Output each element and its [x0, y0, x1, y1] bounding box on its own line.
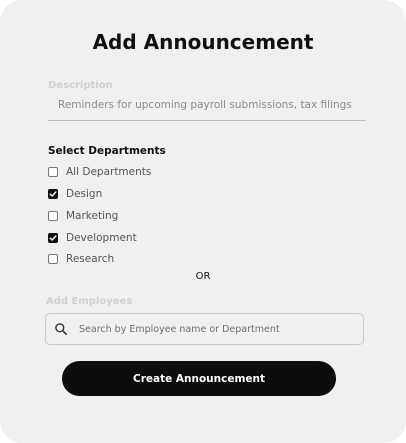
checkbox-checked[interactable] [48, 233, 58, 243]
add-employees-label: Add Employees [46, 296, 133, 307]
checkbox-unchecked[interactable] [48, 254, 58, 264]
employee-search-input[interactable] [79, 315, 355, 343]
department-label: Design [66, 188, 103, 200]
department-checkbox-development[interactable]: Development [48, 231, 137, 245]
checkbox-unchecked[interactable] [48, 211, 58, 221]
description-underline [48, 120, 366, 121]
select-departments-title: Select Departments [48, 145, 166, 157]
department-label: Marketing [66, 210, 119, 222]
or-divider-text: OR [195, 271, 211, 282]
checkbox-unchecked[interactable] [48, 167, 58, 177]
checkbox-checked[interactable] [48, 189, 58, 199]
department-label: Development [66, 232, 137, 244]
department-checkbox-marketing[interactable]: Marketing [48, 209, 118, 223]
add-announcement-dialog: Add Announcement Description Reminders f… [0, 0, 406, 443]
create-announcement-button[interactable]: Create Announcement [62, 361, 336, 396]
checkmark-icon [49, 191, 57, 197]
description-label: Description [48, 80, 113, 91]
department-label: Research [66, 253, 115, 265]
description-field[interactable]: Reminders for upcoming payroll submissio… [58, 99, 352, 111]
checkmark-icon [49, 235, 57, 241]
dialog-title: Add Announcement [92, 30, 314, 54]
department-checkbox-research[interactable]: Research [48, 252, 114, 266]
department-checkbox-design[interactable]: Design [48, 187, 102, 201]
search-icon [55, 323, 67, 335]
employee-search-box[interactable] [45, 313, 364, 345]
department-label: All Departments [66, 166, 152, 178]
department-checkbox-all-departments[interactable]: All Departments [48, 165, 151, 179]
